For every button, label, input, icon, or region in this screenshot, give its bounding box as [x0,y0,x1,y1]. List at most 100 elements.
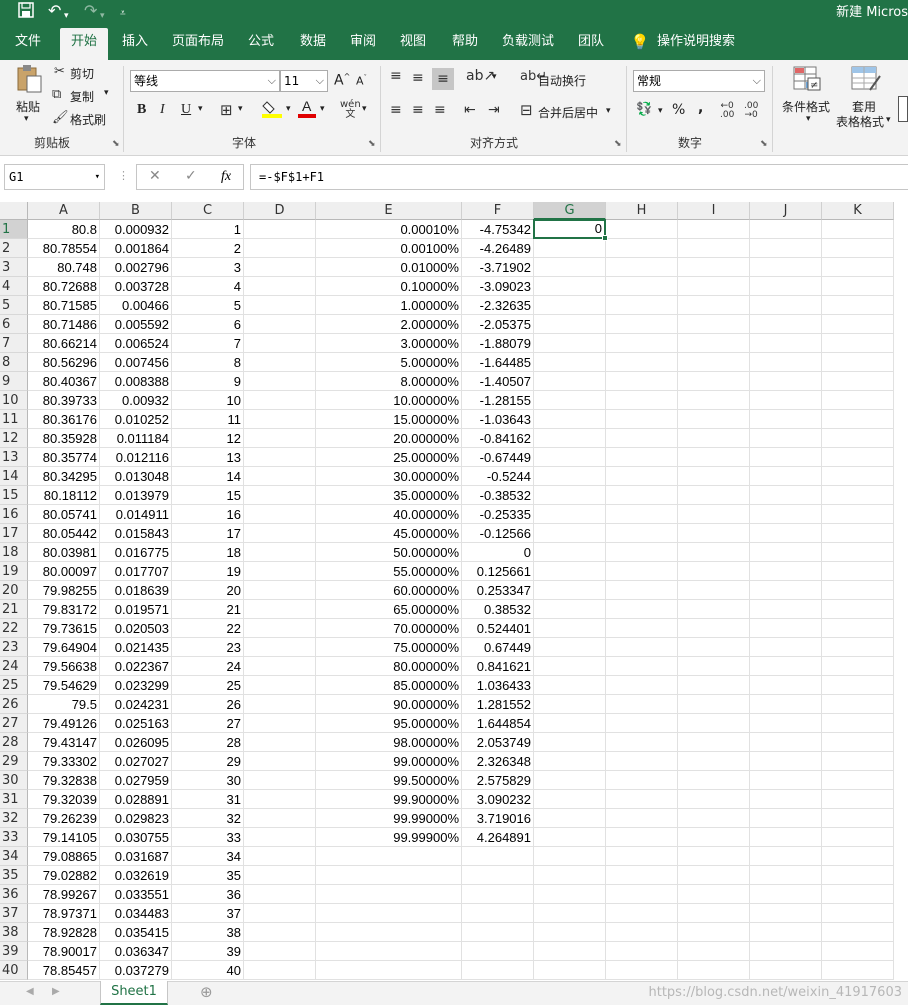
cell[interactable] [750,866,822,885]
cell[interactable]: -0.84162 [462,429,534,448]
customize-toolbar-icon[interactable]: ⩡ [120,5,126,23]
cell[interactable] [316,904,462,923]
cell[interactable]: 80.36176 [28,410,100,429]
percent-style-button[interactable]: % [672,102,685,118]
cell[interactable] [244,676,316,695]
cell[interactable] [750,904,822,923]
cell[interactable]: 0.029823 [100,809,172,828]
cell[interactable] [606,543,678,562]
formula-input[interactable]: =-$F$1+F1 [250,164,908,190]
cell[interactable]: -3.09023 [462,277,534,296]
cell[interactable]: 35.00000% [316,486,462,505]
row-header[interactable]: 9 [0,372,28,391]
spreadsheet-grid[interactable]: A B C D E F G H I J K 1 80.8 0.000932 1 0.00010% -4.7534… [0,202,908,981]
cell[interactable]: 0.524401 [462,619,534,638]
column-header-h[interactable]: H [606,202,678,220]
cell[interactable]: -2.05375 [462,315,534,334]
cell[interactable] [244,429,316,448]
cell[interactable] [822,543,894,562]
cell[interactable]: -1.64485 [462,353,534,372]
cell[interactable] [534,657,606,676]
cell[interactable]: 80.71585 [28,296,100,315]
cell[interactable]: 1.00000% [316,296,462,315]
cell[interactable]: 0.027027 [100,752,172,771]
cell[interactable]: 32 [172,809,244,828]
cell[interactable]: 0.023299 [100,676,172,695]
cell[interactable] [678,733,750,752]
name-box[interactable]: G1 ▾ [4,164,105,190]
cell[interactable]: 80.78554 [28,239,100,258]
cell[interactable] [534,296,606,315]
cell[interactable]: 13 [172,448,244,467]
cell[interactable]: -4.26489 [462,239,534,258]
cell[interactable]: 99.90000% [316,790,462,809]
cell[interactable] [822,695,894,714]
cell[interactable]: 37 [172,904,244,923]
cell[interactable] [244,923,316,942]
cell[interactable] [244,847,316,866]
cell[interactable] [750,714,822,733]
cell[interactable] [606,410,678,429]
cell[interactable] [678,562,750,581]
cell[interactable]: 20.00000% [316,429,462,448]
cell[interactable] [750,315,822,334]
cell[interactable]: 30.00000% [316,467,462,486]
cell[interactable] [822,771,894,790]
cell[interactable] [678,828,750,847]
cell[interactable] [244,410,316,429]
cell[interactable] [750,923,822,942]
row-header[interactable]: 40 [0,961,28,980]
cell[interactable] [750,467,822,486]
cell[interactable] [534,600,606,619]
cell[interactable] [678,790,750,809]
cell[interactable] [606,619,678,638]
cell[interactable] [244,657,316,676]
cell[interactable] [606,505,678,524]
cell[interactable] [244,600,316,619]
align-top-icon[interactable]: ≡ [390,68,402,84]
cell[interactable]: 80.748 [28,258,100,277]
cell[interactable]: 0.013979 [100,486,172,505]
cell[interactable] [750,429,822,448]
cell[interactable] [822,733,894,752]
cell[interactable] [822,258,894,277]
cell[interactable] [750,581,822,600]
cell[interactable]: 6 [172,315,244,334]
cell[interactable]: 78.85457 [28,961,100,980]
cell[interactable]: 79.33302 [28,752,100,771]
cell[interactable] [244,296,316,315]
cell[interactable] [244,581,316,600]
cell[interactable]: 8.00000% [316,372,462,391]
cell[interactable]: 70.00000% [316,619,462,638]
cell[interactable]: 0.002796 [100,258,172,277]
cell[interactable]: 19 [172,562,244,581]
cell[interactable] [678,619,750,638]
cell[interactable] [750,562,822,581]
cell[interactable]: 80.00000% [316,657,462,676]
cell[interactable] [534,847,606,866]
accounting-format-icon[interactable]: 💱 [636,102,652,117]
undo-icon[interactable]: ↶ [48,2,61,20]
cell[interactable]: 22 [172,619,244,638]
cell[interactable]: 1.281552 [462,695,534,714]
align-left-icon[interactable]: ≡ [390,102,402,118]
cell[interactable] [534,676,606,695]
cell[interactable] [822,353,894,372]
cell[interactable] [750,296,822,315]
cell[interactable] [822,714,894,733]
cell[interactable] [822,638,894,657]
formula-bar-grip-icon[interactable]: ⋮ [118,169,129,182]
cell[interactable] [606,429,678,448]
column-header-j[interactable]: J [750,202,822,220]
cell[interactable]: 0.035415 [100,923,172,942]
cell[interactable] [316,885,462,904]
column-header-i[interactable]: I [678,202,750,220]
cell[interactable] [678,809,750,828]
row-header[interactable]: 18 [0,543,28,562]
cell[interactable] [606,714,678,733]
cell[interactable] [534,790,606,809]
row-header[interactable]: 26 [0,695,28,714]
cell[interactable] [462,904,534,923]
cell[interactable]: 2.00000% [316,315,462,334]
cell[interactable] [678,315,750,334]
